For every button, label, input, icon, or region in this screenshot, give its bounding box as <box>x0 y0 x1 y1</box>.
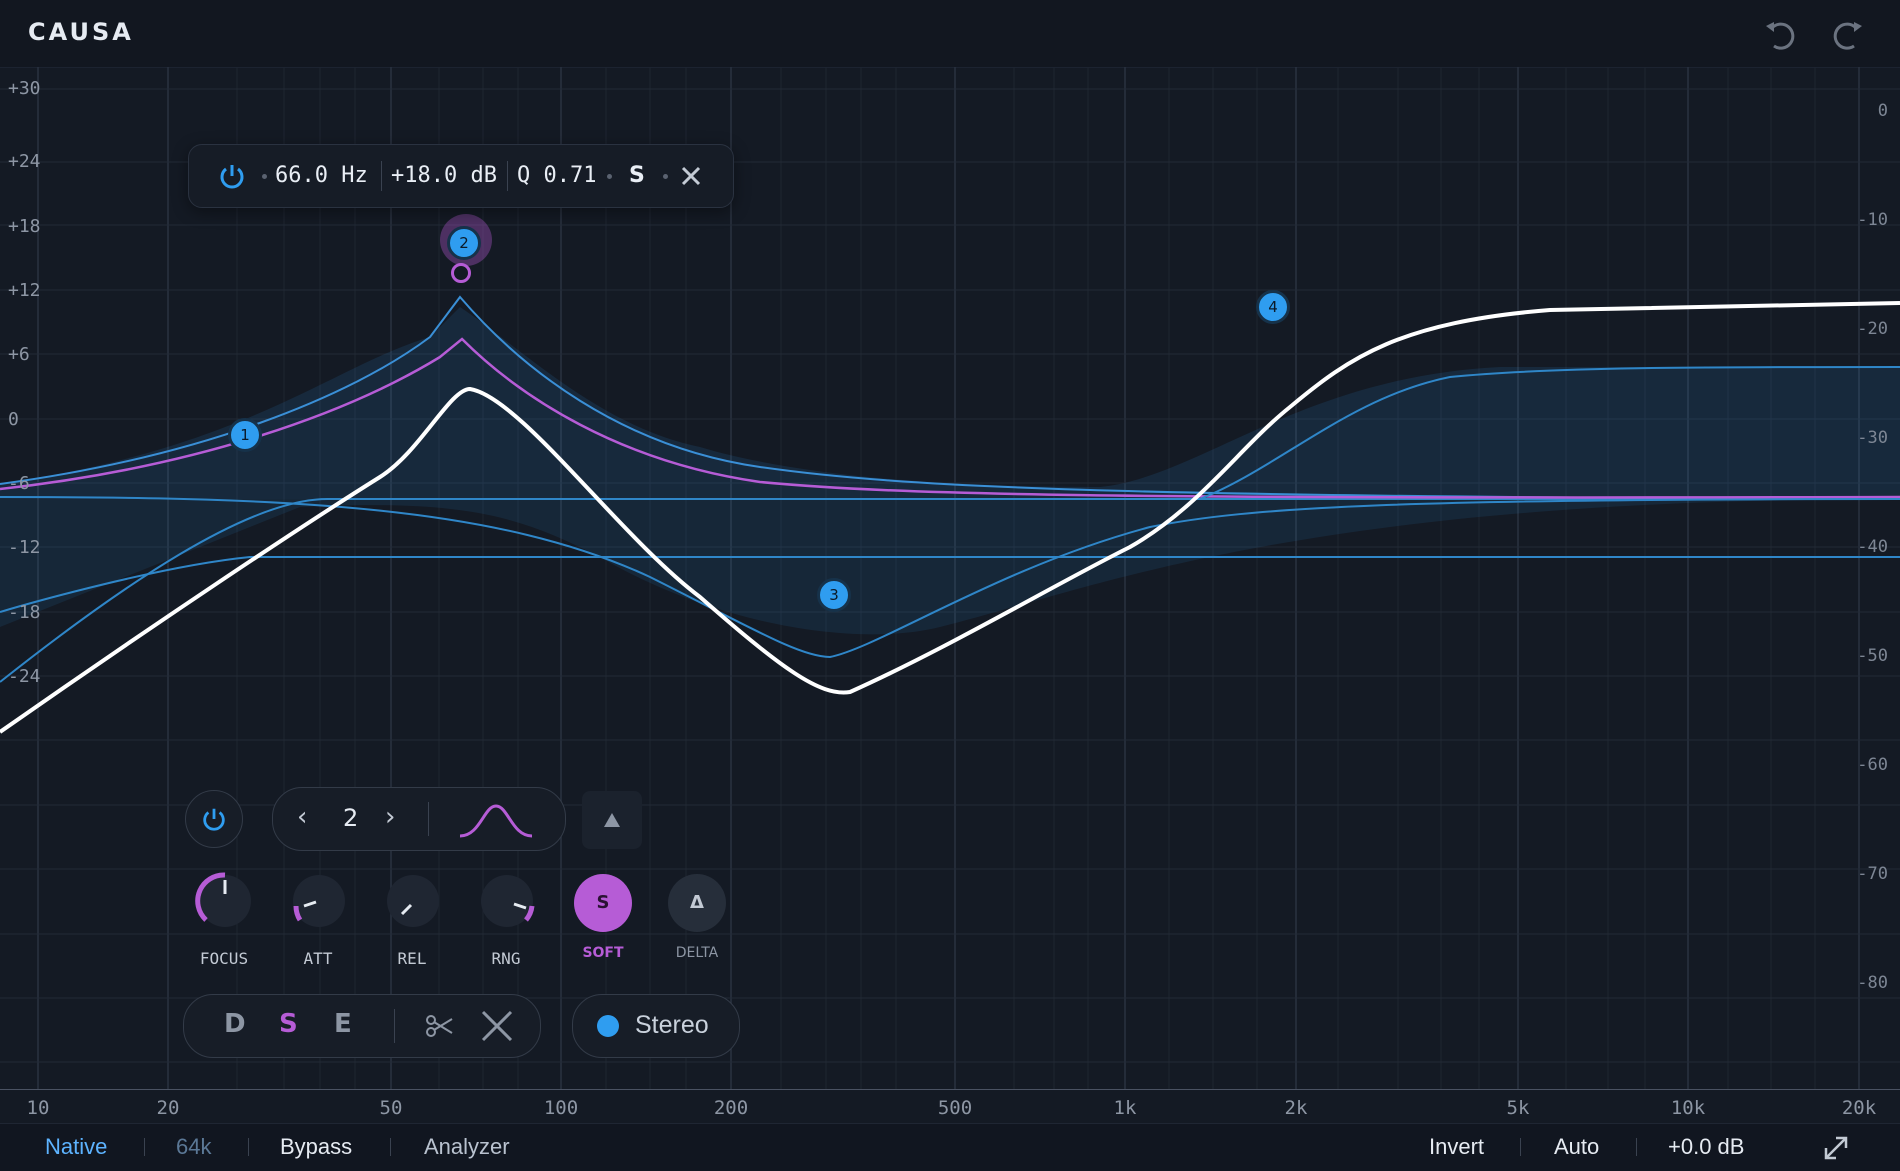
x-tick-label: 10 <box>26 1097 50 1119</box>
band-power-button[interactable] <box>185 790 243 848</box>
band-freq[interactable]: 66.0 Hz <box>275 163 368 188</box>
channel-label: Stereo <box>635 1011 709 1039</box>
y-left-tick-label: +12 <box>8 280 41 301</box>
undo-icon[interactable] <box>1760 14 1800 54</box>
bottom-bar: Native 64k Bypass Analyzer Invert Auto +… <box>0 1123 1900 1171</box>
rng-label: RNG <box>491 949 521 968</box>
band-node-3[interactable]: 3 <box>817 578 851 612</box>
y-right-tick-label: -20 <box>1857 319 1888 339</box>
bell-shape-icon[interactable] <box>458 800 534 840</box>
rng-knob[interactable] <box>474 868 540 934</box>
x-tick-label: 2k <box>1284 1097 1308 1119</box>
att-label: ATT <box>303 949 333 968</box>
band-number: 2 <box>343 804 359 832</box>
eq-fill-area <box>0 307 1900 499</box>
triangle-up-icon <box>604 813 620 827</box>
eq-graph[interactable] <box>0 67 1900 1090</box>
att-knob[interactable] <box>286 868 352 934</box>
y-left-tick-label: +18 <box>8 216 41 237</box>
y-right-tick-label: 0 <box>1877 101 1888 121</box>
dse-e-button[interactable]: E <box>334 1009 352 1039</box>
y-right-tick-label: -80 <box>1857 973 1888 993</box>
y-left-tick-label: -6 <box>8 473 30 494</box>
rel-label: REL <box>397 949 427 968</box>
close-icon[interactable] <box>681 166 701 186</box>
dse-d-button[interactable]: D <box>224 1009 246 1039</box>
band-q[interactable]: Q 0.71 <box>517 163 596 188</box>
output-gain[interactable]: +0.0 dB <box>1668 1134 1744 1160</box>
focus-label: FOCUS <box>199 949 249 968</box>
top-bar: CAUSA <box>0 0 1900 68</box>
chevron-left-icon[interactable]: ‹ <box>297 802 307 832</box>
y-left-tick-label: -18 <box>8 602 41 623</box>
x-tick-label: 200 <box>713 1097 749 1119</box>
y-right-tick-label: -10 <box>1857 210 1888 230</box>
app-title: CAUSA <box>28 18 134 46</box>
y-left-tick-label: 0 <box>8 409 19 430</box>
resize-icon[interactable] <box>1822 1134 1850 1162</box>
native-button[interactable]: Native <box>45 1134 107 1160</box>
x-tick-label: 20 <box>156 1097 180 1119</box>
y-left-tick-label: -24 <box>8 666 41 687</box>
band-node-1[interactable]: 1 <box>228 418 262 452</box>
analyzer-button[interactable]: Analyzer <box>424 1134 510 1160</box>
y-right-tick-label: -30 <box>1857 428 1888 448</box>
expand-panel-button[interactable] <box>582 791 642 849</box>
rel-knob[interactable] <box>380 868 446 934</box>
focus-knob[interactable] <box>192 868 258 934</box>
band-popup: 66.0 Hz +18.0 dB Q 0.71 S <box>188 144 734 208</box>
band-selector: ‹ 2 › <box>272 787 566 851</box>
x-tick-label: 10k <box>1670 1097 1706 1119</box>
power-icon[interactable] <box>217 161 247 191</box>
delta-label: DELTA <box>675 945 719 961</box>
band-gain[interactable]: +18.0 dB <box>391 163 497 188</box>
y-right-tick-label: -40 <box>1857 537 1888 557</box>
channel-selector[interactable]: Stereo <box>572 994 740 1058</box>
invert-button[interactable]: Invert <box>1429 1134 1484 1160</box>
band-node-2-dynamic-handle[interactable] <box>451 263 471 283</box>
x-tick-label: 1k <box>1113 1097 1137 1119</box>
x-tick-label: 50 <box>379 1097 403 1119</box>
y-left-tick-label: +24 <box>8 151 41 172</box>
y-right-tick-label: -50 <box>1857 646 1888 666</box>
y-right-tick-label: -60 <box>1857 755 1888 775</box>
soft-label: SOFT <box>582 945 624 961</box>
band-node-2[interactable]: 2 <box>447 226 481 260</box>
dse-s-button[interactable]: S <box>279 1009 298 1039</box>
auto-button[interactable]: Auto <box>1554 1134 1599 1160</box>
chevron-right-icon[interactable]: › <box>385 802 395 832</box>
bypass-button[interactable]: Bypass <box>280 1134 352 1160</box>
x-tick-label: 5k <box>1506 1097 1530 1119</box>
channel-dot-icon <box>597 1015 619 1037</box>
delta-button[interactable]: Δ <box>668 874 726 932</box>
redo-icon[interactable] <box>1828 14 1868 54</box>
scissors-icon[interactable] <box>424 1011 454 1041</box>
y-right-tick-label: -70 <box>1857 864 1888 884</box>
dse-selector: D S E <box>183 994 541 1058</box>
x-tick-label: 500 <box>937 1097 973 1119</box>
y-left-tick-label: +6 <box>8 344 30 365</box>
rate-button[interactable]: 64k <box>176 1134 211 1160</box>
eq-fill-lower <box>0 499 1900 635</box>
power-icon <box>203 808 225 831</box>
y-left-tick-label: -12 <box>8 537 41 558</box>
delete-band-icon[interactable] <box>480 1009 514 1043</box>
x-tick-label: 20k <box>1841 1097 1877 1119</box>
x-tick-label: 100 <box>543 1097 579 1119</box>
y-left-tick-label: +30 <box>8 78 41 99</box>
soft-button[interactable]: S <box>574 874 632 932</box>
band-node-4[interactable]: 4 <box>1256 290 1290 324</box>
band-mode[interactable]: S <box>629 163 645 188</box>
